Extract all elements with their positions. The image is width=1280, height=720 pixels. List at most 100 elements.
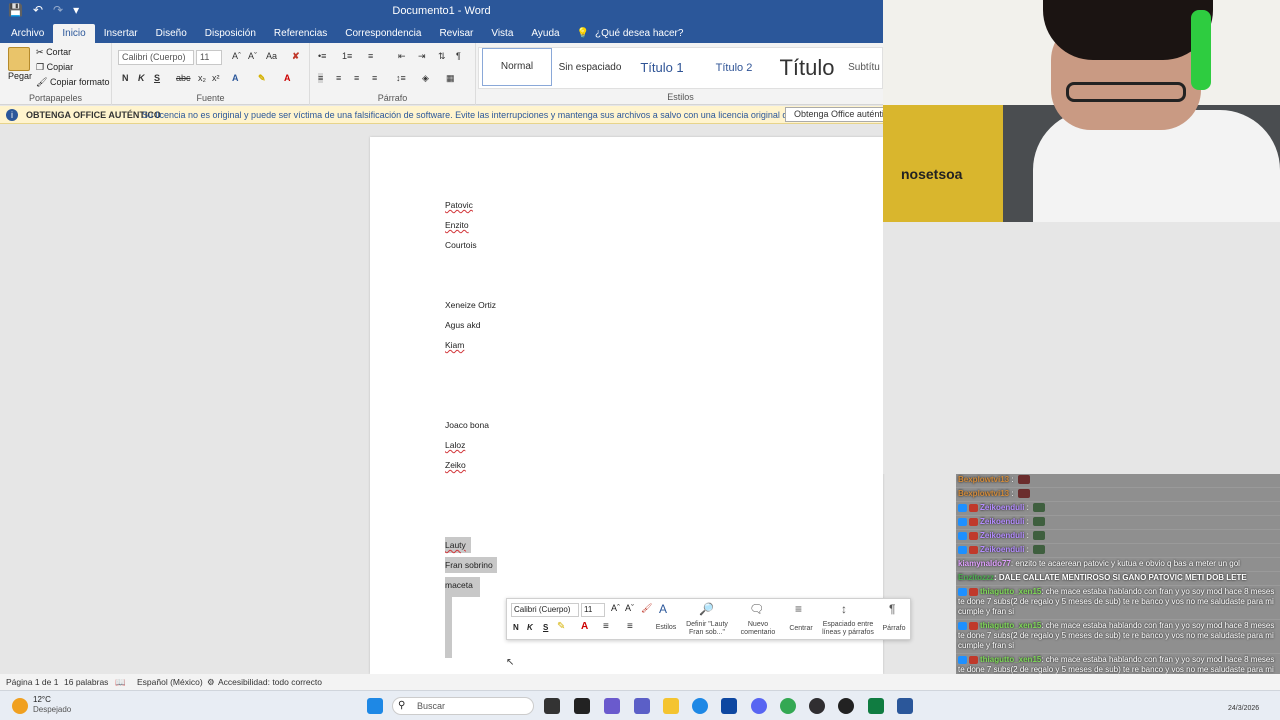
doc-line[interactable]: Patovic [445,199,473,211]
bullets-icon[interactable]: •≡ [318,51,326,61]
shrink-font-icon[interactable]: Aˇ [248,51,257,61]
line-spacing-icon[interactable]: ↕≡ [396,73,406,83]
tab-disposicion[interactable]: Disposición [196,24,265,43]
increase-indent-icon[interactable]: ⇥ [418,51,426,62]
copilot-icon[interactable] [604,698,620,714]
style-titulo[interactable]: Título [771,48,843,88]
format-painter-button[interactable]: 🖌 Copiar formato [36,77,109,88]
mini-paragraph-button[interactable]: Párrafo [877,625,911,633]
highlight-icon[interactable]: ✎ [258,73,266,84]
doc-line[interactable]: Courtois [445,239,477,251]
mini-shrink-font-icon[interactable]: Aˇ [625,603,634,613]
strikethrough-icon[interactable]: abc [176,73,191,83]
paste-icon[interactable] [8,47,30,71]
mini-grow-font-icon[interactable]: Aˆ [611,603,620,613]
decrease-indent-icon[interactable]: ⇤ [398,51,406,62]
copy-button[interactable]: ❐ Copiar [36,62,73,73]
proofing-icon[interactable]: 📖 [115,674,126,690]
cut-button[interactable]: ✂ Cortar [36,47,71,58]
multilevel-list-icon[interactable]: ≡ [368,51,373,61]
edge-icon[interactable] [692,698,708,714]
tab-vista[interactable]: Vista [482,24,522,43]
text-effects-icon[interactable]: A [232,73,239,83]
obs-icon[interactable] [809,698,825,714]
style-normal[interactable]: Normal [482,48,552,86]
doc-line[interactable]: maceta [445,579,473,591]
tab-insertar[interactable]: Insertar [95,24,147,43]
weather-icon[interactable] [12,698,28,714]
taskbar-search[interactable]: Buscar [392,697,534,715]
mini-spacing-button[interactable]: Espaciado entre líneas y párrafos [819,621,877,637]
tab-revisar[interactable]: Revisar [430,24,482,43]
tab-diseno[interactable]: Diseño [147,24,196,43]
doc-line[interactable]: Kiam [445,339,464,351]
clear-formatting-icon[interactable]: ✘ [292,51,300,62]
teams-icon[interactable] [634,698,650,714]
tab-correspondencia[interactable]: Correspondencia [336,24,430,43]
style-titulo-2[interactable]: Título 2 [699,48,769,88]
doc-line[interactable]: Enzito [445,219,469,231]
sort-icon[interactable]: ⇅ [438,51,446,62]
font-color-icon[interactable]: A [284,73,291,83]
shading-icon[interactable]: ◈ [422,73,429,84]
tab-archivo[interactable]: Archivo [2,24,53,43]
task-view-icon[interactable] [544,698,560,714]
language-status[interactable]: Español (México) [137,674,203,690]
accessibility-status[interactable]: Accesibilidad: todo correcto [218,674,322,690]
mini-format-painter-icon[interactable]: 🖌 [641,603,652,614]
mini-bullets-icon[interactable]: ≡ [603,621,609,632]
file-explorer-icon[interactable] [663,698,679,714]
word-icon[interactable] [897,698,913,714]
superscript-icon[interactable]: x² [212,73,220,83]
align-left-icon[interactable]: ≡ [318,73,324,83]
mini-highlight-icon[interactable]: ✎ [557,621,565,632]
doc-line[interactable]: Xeneize Ortiz [445,299,496,311]
doc-line[interactable]: Zeiko [445,459,466,471]
align-right-icon[interactable]: ≡ [354,73,359,83]
mini-font-name[interactable]: Calibri (Cuerpo) [511,603,579,617]
notepad-icon[interactable] [868,698,884,714]
discord-icon[interactable] [751,698,767,714]
grow-font-icon[interactable]: Aˆ [232,51,241,61]
start-icon[interactable] [367,698,383,714]
doc-line[interactable]: Lauty [445,539,466,551]
style-subtitulo[interactable]: Subtítu [845,48,883,88]
paste-button[interactable]: Pegar [8,71,32,81]
doc-line[interactable]: Agus akd [445,319,480,331]
font-name-box[interactable]: Calibri (Cuerpo) [118,50,194,65]
doc-line[interactable]: Joaco bona [445,419,489,431]
italic-button[interactable]: K [138,73,145,83]
page-count[interactable]: Página 1 de 1 [6,674,58,690]
bold-button[interactable]: N [122,73,129,83]
style-sin-espaciado[interactable]: Sin espaciado [555,48,625,88]
clock-date[interactable]: 24/3/2026 [1228,705,1259,712]
store-icon[interactable] [721,698,737,714]
doc-line[interactable]: Laloz [445,439,465,451]
mini-define-button[interactable]: Definir "Lauty Fran sob..." [681,621,733,637]
chrome-icon[interactable] [780,698,796,714]
mini-font-color-icon[interactable]: A [581,621,588,632]
word-count[interactable]: 16 palabras [64,674,108,690]
tab-referencias[interactable]: Referencias [265,24,336,43]
tell-me-box[interactable]: 💡 ¿Qué desea hacer? [569,24,684,43]
show-marks-icon[interactable]: ¶ [456,51,461,61]
font-size-box[interactable]: 11 [196,50,222,65]
borders-icon[interactable]: ▦ [446,73,455,84]
align-center-icon[interactable]: ≡ [336,73,341,83]
numbering-icon[interactable]: 1≡ [342,51,352,61]
mini-italic-button[interactable]: K [527,623,533,632]
subscript-icon[interactable]: x₂ [198,73,206,83]
mini-underline-button[interactable]: S [543,623,548,632]
mini-numbering-icon[interactable]: ≡ [627,621,633,632]
mini-bold-button[interactable]: N [513,623,519,632]
mini-font-size[interactable]: 11 [581,603,605,617]
underline-button[interactable]: S [154,73,160,83]
style-titulo-1[interactable]: Título 1 [627,48,697,88]
capcut-icon[interactable] [574,698,590,714]
doc-line[interactable]: Fran sobrino [445,559,493,571]
change-case-icon[interactable]: Aa [266,51,277,61]
justify-icon[interactable]: ≡ [372,73,377,83]
media-player-icon[interactable] [838,698,854,714]
tab-ayuda[interactable]: Ayuda [522,24,568,43]
tab-inicio[interactable]: Inicio [53,24,95,43]
